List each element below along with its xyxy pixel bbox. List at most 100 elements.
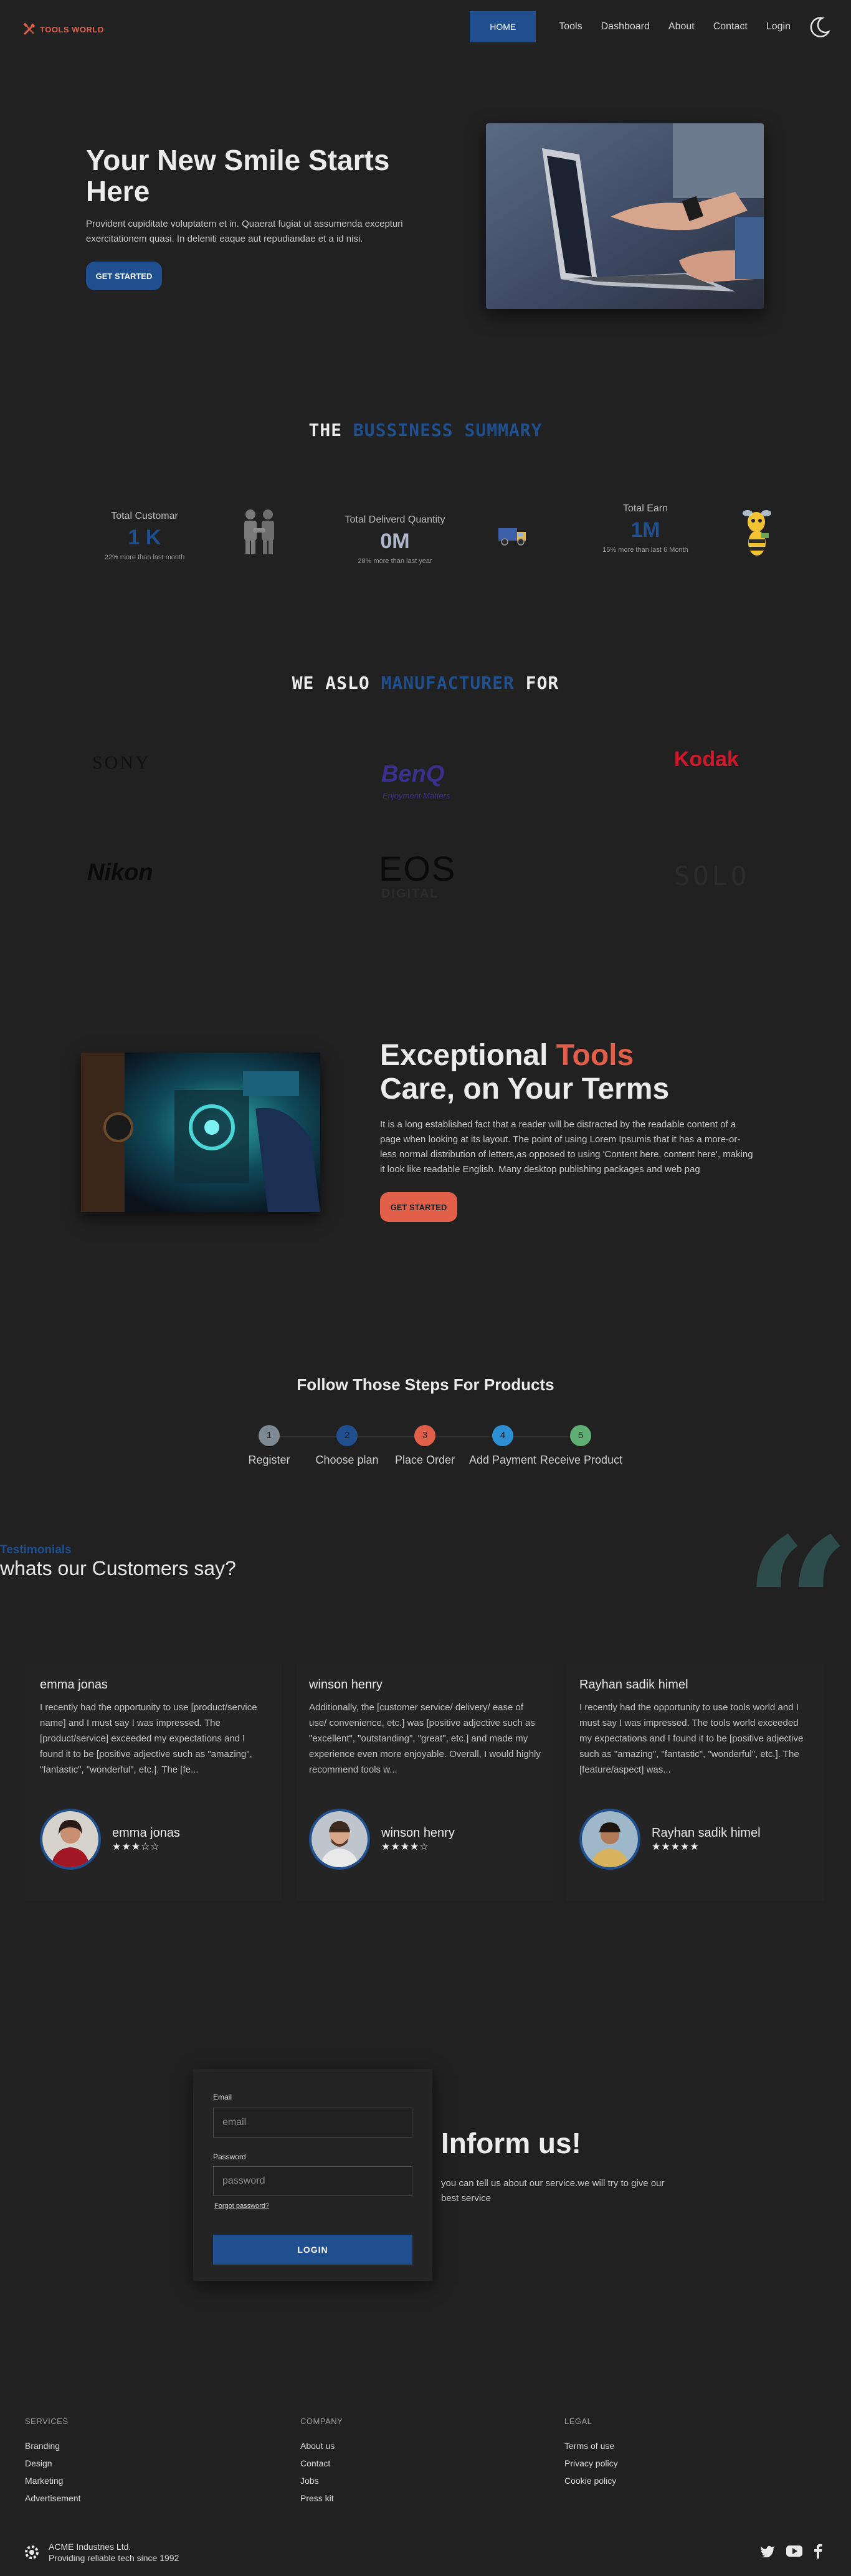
facebook-icon[interactable]	[814, 2544, 822, 2559]
manufacturer-title-highlight: MANUFACTURER	[381, 673, 515, 693]
nav-about[interactable]: About	[659, 11, 704, 42]
step-number: 1	[259, 1425, 280, 1446]
manufacturer-title-prefix: WE ASLO	[292, 673, 370, 693]
logo-eos: EOS	[379, 849, 457, 888]
login-form: Email Password Forgot password? LOGIN	[193, 2069, 432, 2281]
inform-title: Inform us!	[441, 2127, 581, 2159]
footer-link-cookie[interactable]: Cookie policy	[564, 2472, 618, 2489]
password-label: Password	[213, 2152, 246, 2161]
footer-link-press-kit[interactable]: Press kit	[300, 2489, 343, 2507]
stat-total-customer: Total Customar 1 K 22% more than last mo…	[64, 511, 226, 561]
crossed-tools-icon	[23, 22, 36, 36]
step-label: Receive Product	[540, 1454, 623, 1466]
nav-home[interactable]: HOME	[470, 11, 536, 42]
logo-kodak: Kodak	[674, 747, 739, 771]
step-label: Add Payment	[468, 1454, 537, 1466]
star-rating: ★★★★☆	[381, 1841, 429, 1852]
testimonial-text: I recently had the opportunity to use to…	[579, 1702, 804, 1775]
email-label: Email	[213, 2093, 232, 2101]
step-choose-plan: 2 Choose plan	[307, 1425, 387, 1467]
main-nav: HOME Tools Dashboard About Contact Login	[470, 11, 832, 42]
nav-contact[interactable]: Contact	[704, 11, 757, 42]
testimonials-title: whats our Customers say?	[0, 1557, 236, 1579]
nav-login[interactable]: Login	[757, 11, 800, 42]
summary-title: THE BUSSINESS SUMMARY	[0, 420, 851, 440]
brand-name: TOOLS WORLD	[40, 24, 104, 34]
youtube-icon[interactable]	[786, 2545, 802, 2557]
tools-machine-image	[81, 1053, 320, 1212]
hero-title: Your New Smile Starts Here	[86, 144, 390, 207]
nav-dashboard[interactable]: Dashboard	[592, 11, 659, 42]
testimonial-footer-name: winson henry	[381, 1825, 455, 1840]
footer-link-contact[interactable]: Contact	[300, 2455, 343, 2472]
step-number: 5	[570, 1425, 591, 1446]
login-button[interactable]: LOGIN	[213, 2235, 412, 2265]
logo-benq: BenQ	[381, 761, 445, 787]
stat-value: 0M	[380, 529, 410, 553]
forgot-password-link[interactable]: Forgot password?	[214, 2202, 269, 2210]
footer-link-about-us[interactable]: About us	[300, 2437, 343, 2455]
testimonial-text: I recently had the opportunity to use [p…	[40, 1702, 257, 1775]
footer-link-marketing[interactable]: Marketing	[25, 2472, 80, 2489]
stat-note: 28% more than last year	[358, 557, 432, 565]
footer-link-privacy[interactable]: Privacy policy	[564, 2455, 618, 2472]
stat-total-earn: Total Earn 1M 15% more than last 6 Month	[564, 503, 726, 554]
twitter-icon[interactable]	[760, 2545, 775, 2557]
step-label: Register	[248, 1454, 290, 1466]
footer-link-advertisement[interactable]: Advertisement	[25, 2489, 80, 2507]
testimonial-card: Rayhan sadik himel I recently had the op…	[567, 1664, 824, 1901]
email-field[interactable]	[213, 2108, 412, 2138]
summary-title-highlight: BUSSINESS SUMMARY	[353, 420, 543, 440]
testimonials-kicker: Testimonials	[0, 1543, 72, 1556]
footer-heading: LEGAL	[564, 2417, 592, 2426]
stat-value: 1M	[630, 518, 660, 542]
footer-legal: LEGAL Terms of use Privacy policy Cookie…	[564, 2417, 618, 2489]
tools-care-description: It is a long established fact that a rea…	[380, 1119, 753, 1175]
password-field[interactable]	[213, 2166, 412, 2196]
brand-logo[interactable]: TOOLS WORLD	[22, 22, 104, 36]
money-bee-icon	[743, 510, 771, 556]
tools-get-started-button[interactable]: GET STARTED	[380, 1192, 457, 1222]
footer-company-name: ACME Industries Ltd.	[49, 2542, 131, 2552]
tools-title-part1: Exceptional	[380, 1039, 548, 1072]
footer-company-info: ACME Industries Ltd. Providing reliable …	[22, 2541, 179, 2564]
step-number: 2	[336, 1425, 358, 1446]
testimonial-footer-name: emma jonas	[112, 1825, 180, 1840]
stat-delivered-quantity: Total Deliverd Quantity 0M 28% more than…	[314, 514, 476, 565]
delivery-truck-icon	[498, 528, 526, 546]
stat-label: Total Earn	[622, 503, 668, 514]
moon-icon[interactable]	[807, 14, 832, 39]
hero-laptop-image	[486, 123, 764, 309]
footer-link-jobs[interactable]: Jobs	[300, 2472, 343, 2489]
avatar	[579, 1809, 640, 1870]
step-add-payment: 4 Add Payment	[462, 1425, 543, 1467]
hero-get-started-button[interactable]: GET STARTED	[86, 262, 162, 290]
logo-solo: SOLO	[674, 861, 750, 891]
steps-title: Follow Those Steps For Products	[297, 1375, 554, 1394]
avatar	[40, 1809, 101, 1870]
testimonial-author: Rayhan sadik himel	[579, 1678, 688, 1692]
company-gear-icon	[25, 2545, 39, 2559]
stat-label: Total Deliverd Quantity	[345, 514, 445, 525]
step-receive-product: 5 Receive Product	[540, 1425, 623, 1467]
nav-tools[interactable]: Tools	[549, 11, 591, 42]
testimonial-footer-name: Rayhan sadik himel	[652, 1825, 761, 1840]
testimonial-card: emma jonas I recently had the opportunit…	[25, 1664, 282, 1901]
footer-link-branding[interactable]: Branding	[25, 2437, 80, 2455]
tools-care-title: Exceptional Tools Care, on Your Terms	[380, 1039, 766, 1106]
step-register: 1 Register	[229, 1425, 310, 1467]
footer-heading: COMPANY	[300, 2417, 343, 2426]
testimonial-text: Additionally, the [customer service/ del…	[309, 1702, 541, 1775]
manufacturer-title-suffix: FOR	[525, 673, 559, 693]
logo-eos-digital: DIGITAL	[381, 887, 439, 901]
hero-description: Provident cupiditate voluptatem et in. Q…	[86, 219, 403, 244]
star-rating: ★★★☆☆	[112, 1841, 160, 1852]
inform-text: you can tell us about our service.we wil…	[441, 2178, 665, 2204]
step-label: Place Order	[394, 1454, 455, 1466]
tools-title-highlight: Tools	[556, 1039, 634, 1072]
footer-company-tagline: Providing reliable tech since 1992	[49, 2553, 179, 2563]
step-number: 3	[414, 1425, 435, 1446]
manufacturer-title: WE ASLO MANUFACTURER FOR	[0, 673, 851, 693]
footer-link-design[interactable]: Design	[25, 2455, 80, 2472]
footer-link-terms[interactable]: Terms of use	[564, 2437, 618, 2455]
